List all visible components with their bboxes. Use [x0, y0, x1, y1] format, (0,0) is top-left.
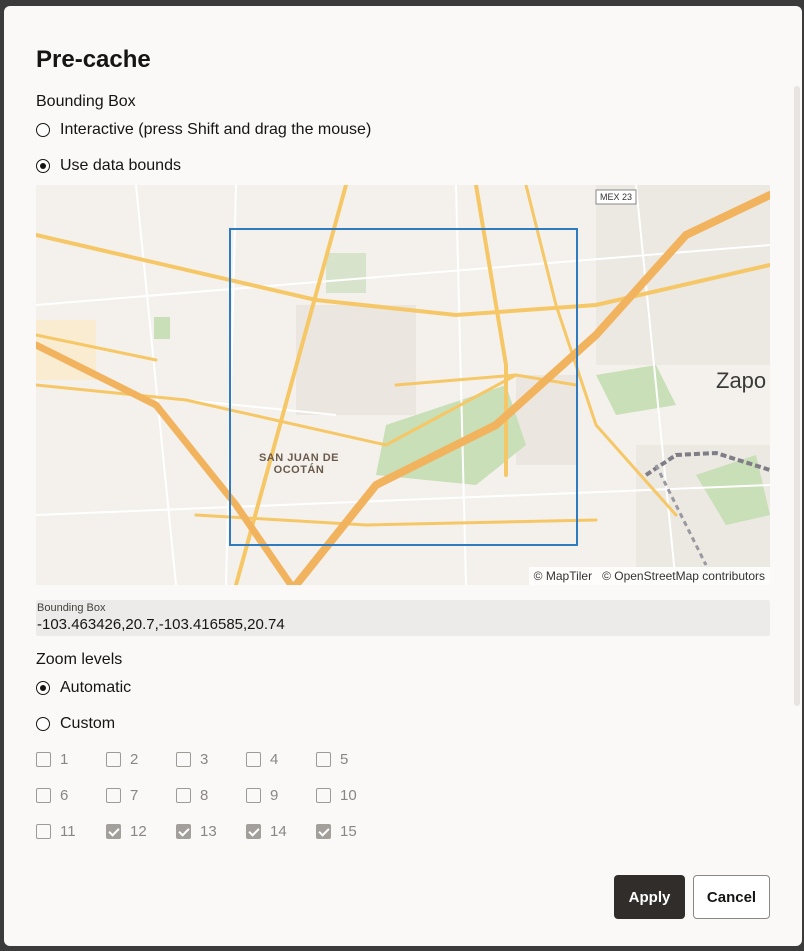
zoom-level-checkbox[interactable]: [246, 824, 261, 839]
zoom-level-checkbox[interactable]: [36, 788, 51, 803]
zoom-level-checkbox[interactable]: [36, 824, 51, 839]
dialog-title: Pre-cache: [36, 46, 151, 73]
zoom-level-label: 11: [60, 823, 76, 840]
zoom-level-label: 13: [200, 823, 217, 840]
apply-button[interactable]: Apply: [614, 875, 685, 919]
zoom-level-11[interactable]: 11: [36, 823, 76, 840]
zoom-level-label: 7: [130, 787, 139, 804]
zoom-levels-label: Zoom levels: [36, 651, 123, 668]
bounding-box-field: Bounding Box -103.463426,20.7,-103.41658…: [36, 600, 770, 636]
radio-zoom-automatic-indicator[interactable]: [36, 681, 50, 695]
dialog-scrollbar[interactable]: [794, 86, 800, 706]
zoom-level-checkbox[interactable]: [176, 824, 191, 839]
zoom-level-label: 3: [200, 751, 209, 768]
zoom-level-2[interactable]: 2: [106, 751, 138, 768]
zoom-level-checkbox[interactable]: [316, 824, 331, 839]
radio-interactive-indicator[interactable]: [36, 123, 50, 137]
zoom-level-checkbox[interactable]: [106, 824, 121, 839]
zoom-level-15[interactable]: 15: [316, 823, 357, 840]
radio-use-data-bounds-indicator[interactable]: [36, 159, 50, 173]
radio-interactive-label: Interactive (press Shift and drag the mo…: [60, 121, 372, 138]
radio-use-data-bounds[interactable]: Use data bounds: [36, 157, 181, 175]
map-label-city: Zapo: [716, 368, 766, 393]
zoom-level-label: 6: [60, 787, 69, 804]
zoom-level-9[interactable]: 9: [246, 787, 278, 804]
zoom-level-checkbox[interactable]: [106, 788, 121, 803]
zoom-level-label: 8: [200, 787, 209, 804]
map-view[interactable]: Zapo SAN JUAN DE OCOTÁN MEX 23 © MapTile…: [36, 185, 770, 585]
zoom-level-10[interactable]: 10: [316, 787, 357, 804]
zoom-level-label: 14: [270, 823, 287, 840]
radio-interactive[interactable]: Interactive (press Shift and drag the mo…: [36, 121, 371, 139]
map-label-town-line2: OCOTÁN: [274, 463, 325, 476]
radio-zoom-custom[interactable]: Custom: [36, 715, 115, 733]
bounding-box-field-value: -103.463426,20.7,-103.416585,20.74: [37, 616, 285, 633]
pre-cache-dialog: Pre-cache Bounding Box Interactive (pres…: [4, 6, 802, 946]
radio-use-data-bounds-label: Use data bounds: [60, 157, 181, 174]
highway-shield-label: MEX 23: [600, 192, 632, 202]
bounding-box-field-label: Bounding Box: [37, 602, 106, 614]
map-label-town-line1: SAN JUAN DE: [259, 452, 339, 464]
zoom-level-12[interactable]: 12: [106, 823, 147, 840]
zoom-level-7[interactable]: 7: [106, 787, 138, 804]
zoom-level-label: 5: [340, 751, 349, 768]
zoom-level-5[interactable]: 5: [316, 751, 348, 768]
zoom-level-checkbox[interactable]: [246, 752, 261, 767]
zoom-level-label: 9: [270, 787, 279, 804]
radio-zoom-automatic-label: Automatic: [60, 679, 132, 696]
zoom-level-8[interactable]: 8: [176, 787, 208, 804]
zoom-level-label: 1: [60, 751, 69, 768]
cancel-button[interactable]: Cancel: [693, 875, 770, 919]
attribution-osm[interactable]: © OpenStreetMap contributors: [602, 569, 765, 583]
zoom-level-14[interactable]: 14: [246, 823, 287, 840]
zoom-level-label: 12: [130, 823, 147, 840]
zoom-level-checkbox[interactable]: [176, 788, 191, 803]
zoom-level-3[interactable]: 3: [176, 751, 208, 768]
zoom-level-checkbox[interactable]: [316, 788, 331, 803]
zoom-level-label: 2: [130, 751, 139, 768]
zoom-level-checkbox[interactable]: [106, 752, 121, 767]
map-canvas[interactable]: Zapo SAN JUAN DE OCOTÁN MEX 23: [36, 185, 770, 585]
zoom-level-label: 10: [340, 787, 357, 804]
zoom-level-checkbox[interactable]: [176, 752, 191, 767]
zoom-level-checkbox[interactable]: [246, 788, 261, 803]
radio-zoom-automatic[interactable]: Automatic: [36, 679, 131, 697]
zoom-level-label: 4: [270, 751, 279, 768]
bounding-box-label: Bounding Box: [36, 93, 136, 110]
zoom-level-6[interactable]: 6: [36, 787, 68, 804]
zoom-level-checkbox[interactable]: [316, 752, 331, 767]
zoom-level-checkbox[interactable]: [36, 752, 51, 767]
zoom-level-13[interactable]: 13: [176, 823, 217, 840]
zoom-level-1[interactable]: 1: [36, 751, 68, 768]
zoom-level-4[interactable]: 4: [246, 751, 278, 768]
radio-zoom-custom-label: Custom: [60, 715, 116, 732]
attribution-maptiler[interactable]: © MapTiler: [534, 569, 592, 583]
zoom-level-label: 15: [340, 823, 357, 840]
map-attribution: © MapTiler © OpenStreetMap contributors: [528, 567, 770, 585]
radio-zoom-custom-indicator[interactable]: [36, 717, 50, 731]
